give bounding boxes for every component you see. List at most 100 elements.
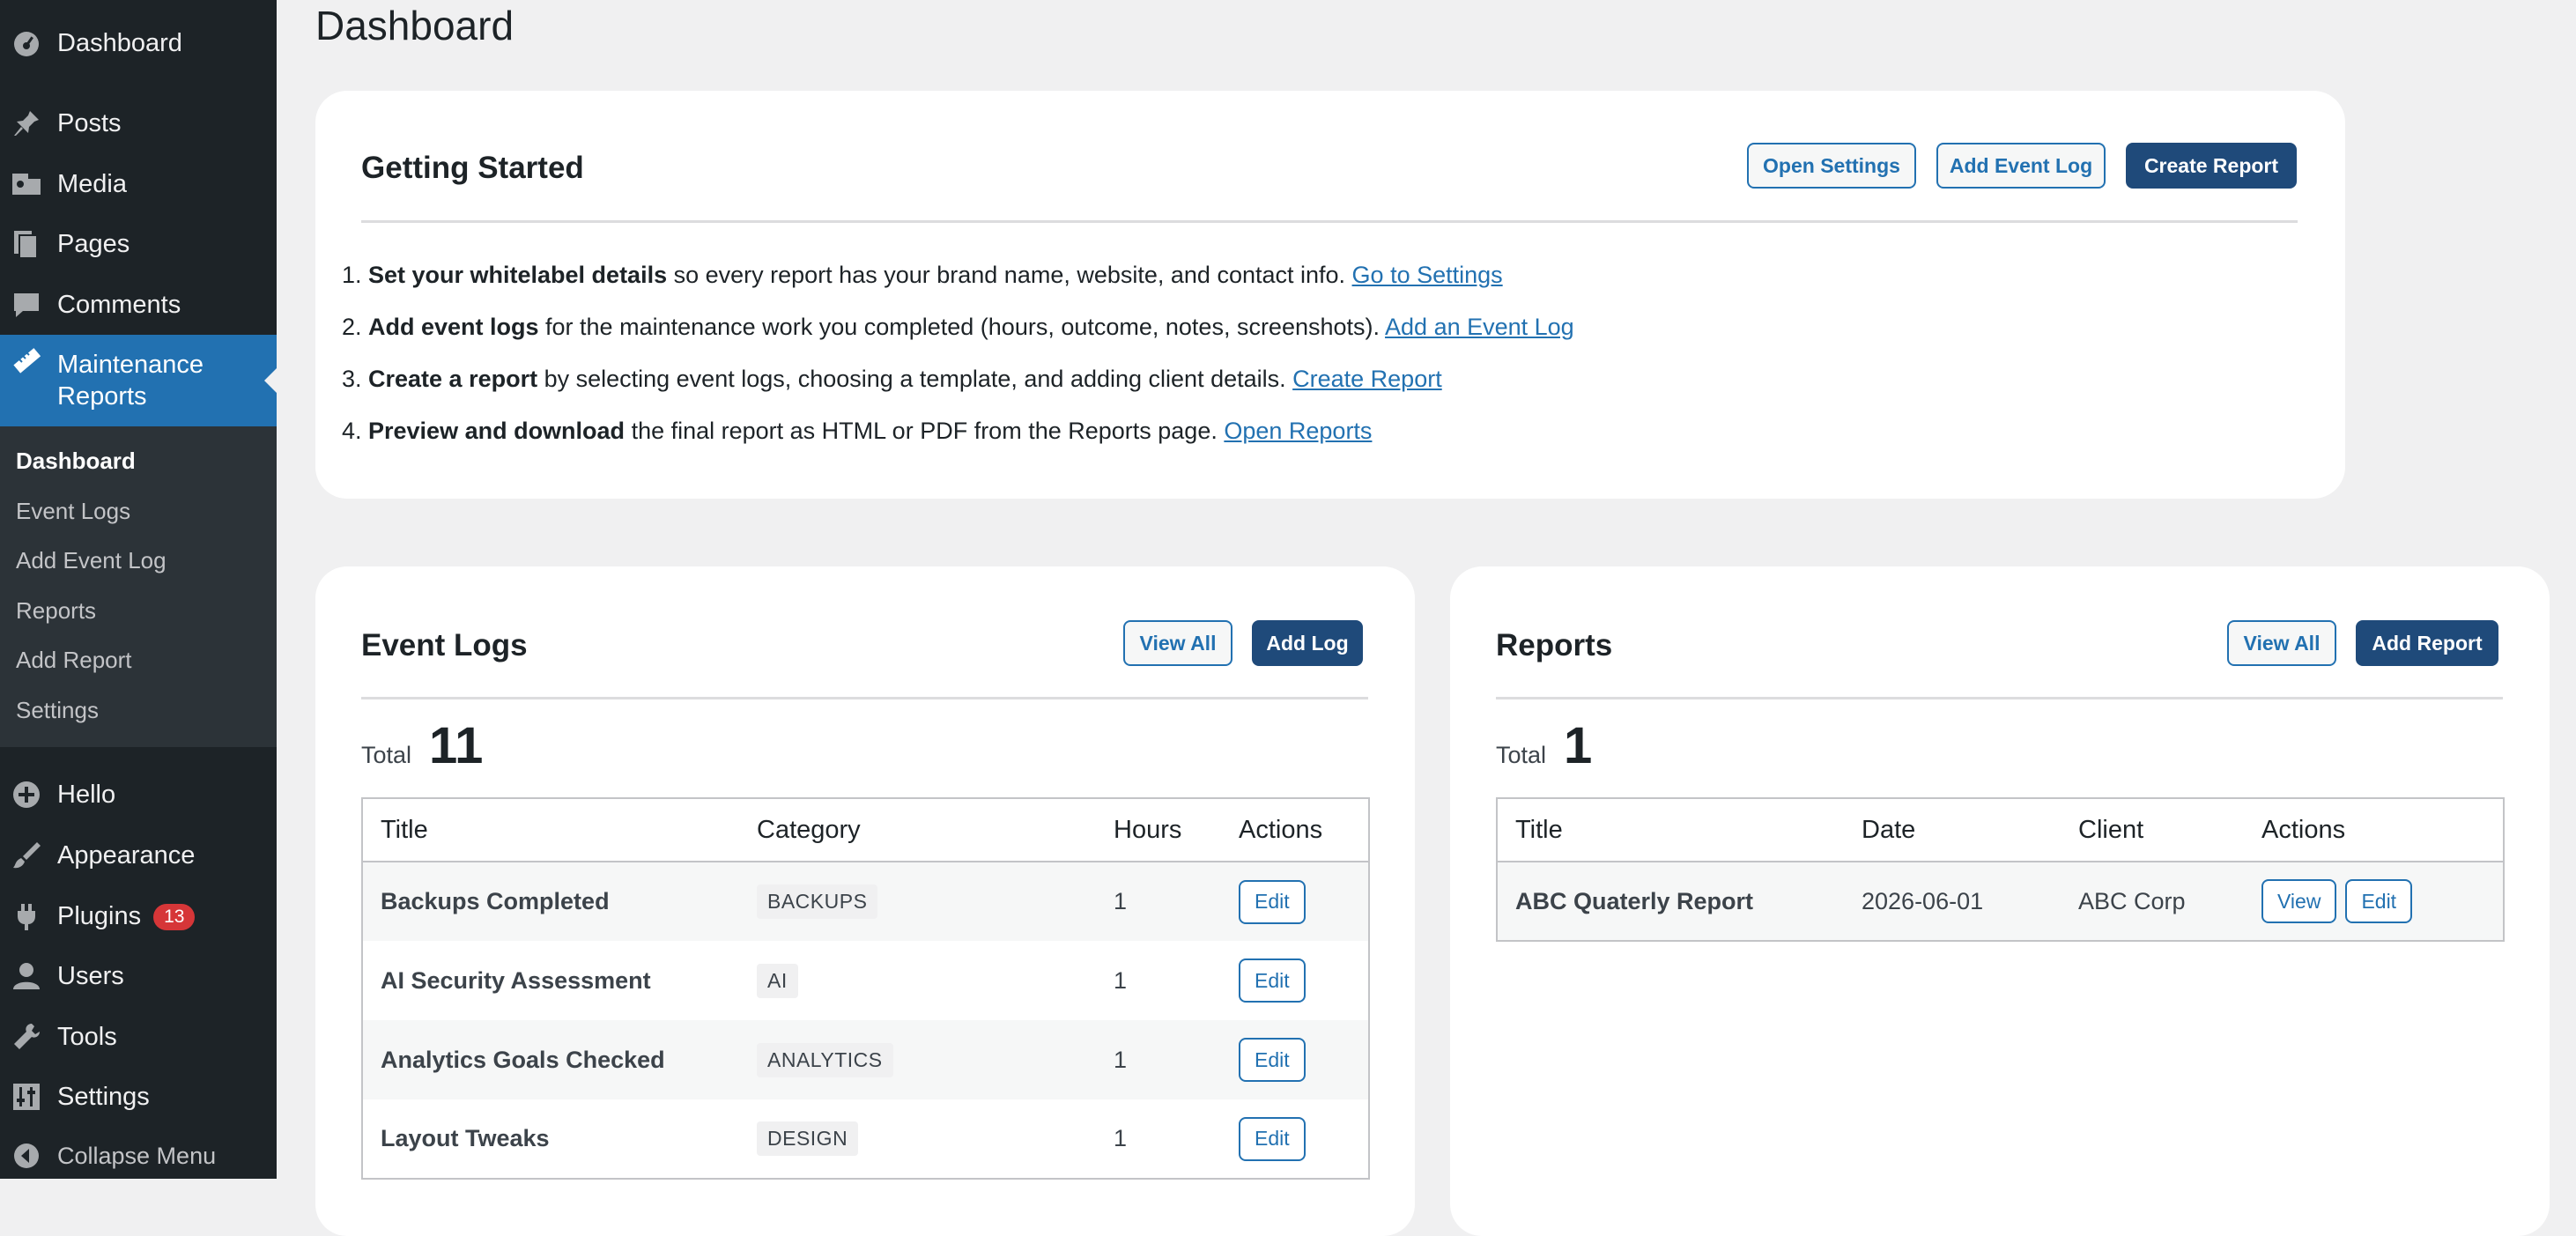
menu-item-plugins[interactable]: Plugins 13 [0,888,277,944]
add-report-button[interactable]: Add Report [2356,620,2498,666]
log-title: Analytics Goals Checked [362,1020,739,1099]
settings-sliders-icon [11,1081,42,1113]
collapse-menu-button[interactable]: Collapse Menu [0,1128,277,1184]
edit-button[interactable]: Edit [1239,958,1306,1003]
media-icon [11,168,42,200]
paintbrush-icon [11,840,42,871]
menu-item-tools[interactable]: Tools [0,1009,277,1065]
user-icon [11,960,42,992]
log-hours: 1 [1096,862,1221,941]
step-item: 4. Preview and download the final report … [342,411,1574,463]
log-hours: 1 [1096,1020,1221,1099]
create-report-link[interactable]: Create Report [1292,366,1442,392]
add-an-event-log-link[interactable]: Add an Event Log [1385,314,1574,340]
menu-item-users[interactable]: Users [0,948,277,1004]
menu-label-users: Users [57,961,124,990]
column-header-hours: Hours [1096,798,1221,862]
open-reports-link[interactable]: Open Reports [1224,418,1372,444]
total-label: Total [361,742,412,768]
menu-item-maintenance-reports[interactable]: Maintenance Reports [0,335,277,426]
column-header-date: Date [1844,798,2061,862]
collapse-arrow-icon [11,1140,42,1172]
total-label: Total [1496,742,1547,768]
log-category-cell: ANALYTICS [739,1020,1096,1099]
pushpin-icon [11,107,42,139]
step-bold-text: Create a report [368,366,538,392]
edit-button[interactable]: Edit [1239,1116,1306,1161]
menu-label-comments: Comments [57,290,181,319]
wrench-icon [11,1021,42,1053]
menu-label-settings: Settings [57,1082,150,1111]
log-actions-cell: Edit [1221,941,1369,1020]
submenu-item-dashboard[interactable]: Dashboard [16,448,136,475]
log-category-cell: BACKUPS [739,862,1096,941]
edit-button[interactable]: Edit [1239,879,1306,924]
menu-item-appearance[interactable]: Appearance [0,827,277,884]
report-client: ABC Corp [2061,862,2244,941]
event-logs-view-all-button[interactable]: View All [1123,620,1232,666]
submenu-item-reports[interactable]: Reports [16,597,96,625]
report-title: ABC Quaterly Report [1497,862,1844,941]
reports-divider [1496,697,2503,699]
maintenance-reports-submenu: Dashboard Event Logs Add Event Log Repor… [0,426,277,747]
submenu-item-add-report[interactable]: Add Report [16,647,132,674]
view-button[interactable]: View [2261,879,2337,923]
open-settings-button[interactable]: Open Settings [1747,143,1916,189]
column-header-title: Title [362,798,739,862]
column-header-client: Client [2061,798,2244,862]
reports-table: Title Date Client Actions ABC Quaterly R… [1496,797,2505,942]
step-bold-text: Set your whitelabel details [368,262,668,288]
category-tag: BACKUPS [757,884,878,919]
menu-label-plugins-wrap: Plugins 13 [57,901,196,931]
getting-started-title: Getting Started [361,151,584,185]
step-number: 2. [342,314,362,340]
menu-item-comments[interactable]: Comments [0,277,277,333]
table-row: Backups Completed BACKUPS 1 Edit [362,862,1369,941]
menu-item-pages[interactable]: Pages [0,216,277,272]
menu-item-hello[interactable]: Hello [0,766,277,823]
column-header-title: Title [1497,798,1844,862]
menu-item-media[interactable]: Media [0,156,277,212]
create-report-button[interactable]: Create Report [2126,143,2297,189]
menu-item-settings[interactable]: Settings [0,1069,277,1125]
log-actions-cell: Edit [1221,862,1369,941]
table-row: AI Security Assessment AI 1 Edit [362,941,1369,1020]
menu-label-appearance: Appearance [57,840,196,870]
menu-label-plugins: Plugins [57,901,142,930]
step-item: 3. Create a report by selecting event log… [342,359,1574,411]
page-title: Dashboard [315,3,514,48]
add-event-log-button[interactable]: Add Event Log [1936,143,2106,189]
ruler-pencil-icon [11,345,42,377]
log-actions-cell: Edit [1221,1020,1369,1099]
log-actions-cell: Edit [1221,1099,1369,1179]
go-to-settings-link[interactable]: Go to Settings [1352,262,1503,288]
menu-label-media: Media [57,169,127,198]
edit-button[interactable]: Edit [2345,879,2413,923]
step-text: the final report as HTML or PDF from the… [625,418,1225,444]
table-header-row: Title Date Client Actions [1497,798,2504,862]
report-actions-cell: View Edit [2244,862,2504,941]
menu-item-posts[interactable]: Posts [0,95,277,152]
plugins-update-badge: 13 [153,903,196,930]
submenu-item-event-logs[interactable]: Event Logs [16,498,130,525]
edit-button[interactable]: Edit [1239,1038,1306,1082]
menu-label-posts: Posts [57,108,122,137]
column-header-actions: Actions [1221,798,1369,862]
current-menu-arrow [264,368,277,393]
menu-label-maintenance-reports: Maintenance Reports [57,351,204,411]
log-category-cell: DESIGN [739,1099,1096,1179]
menu-label-dashboard: Dashboard [57,28,182,57]
table-header-row: Title Category Hours Actions [362,798,1369,862]
add-log-button[interactable]: Add Log [1252,620,1363,666]
submenu-item-settings[interactable]: Settings [16,697,99,724]
menu-label-pages: Pages [57,229,130,258]
report-date: 2026-06-01 [1844,862,2061,941]
category-tag: AI [757,963,798,998]
column-header-category: Category [739,798,1096,862]
step-item: 2. Add event logs for the maintenance wor… [342,307,1574,359]
menu-item-dashboard[interactable]: Dashboard [0,15,277,71]
reports-view-all-button[interactable]: View All [2227,620,2336,666]
submenu-item-add-event-log[interactable]: Add Event Log [16,547,167,574]
event-logs-table: Title Category Hours Actions Backups Com… [361,797,1370,1180]
step-number: 4. [342,418,362,444]
